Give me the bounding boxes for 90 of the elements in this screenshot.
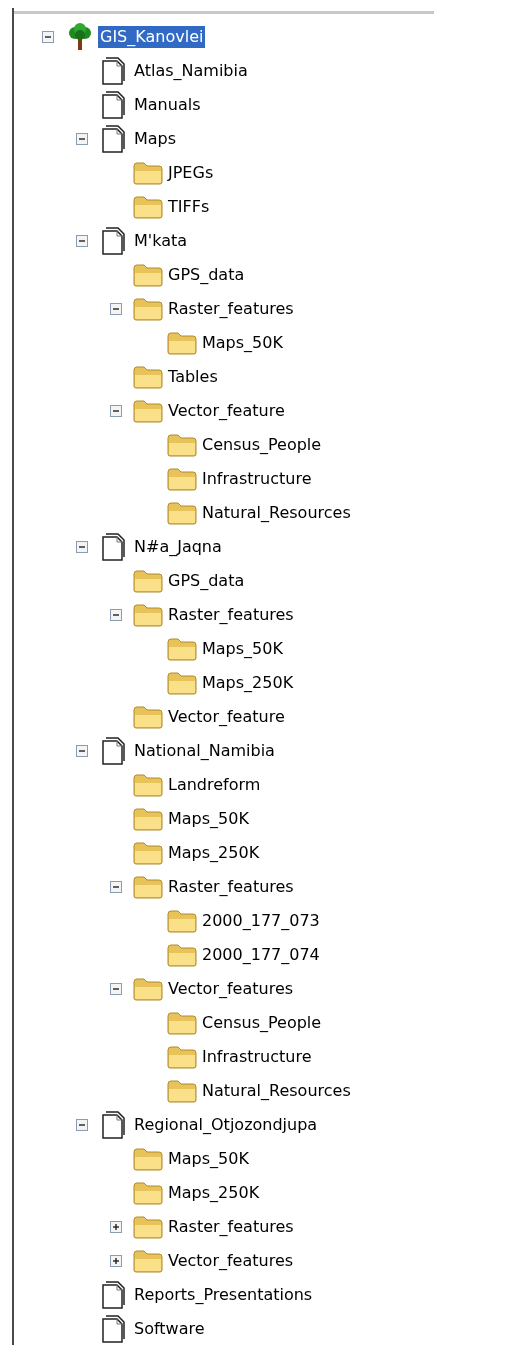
collapse-icon[interactable] [110, 609, 122, 621]
folder-icon [167, 1079, 197, 1103]
document-icon [102, 91, 126, 119]
tree-item[interactable]: GPS_data [166, 264, 247, 286]
collapse-icon[interactable] [42, 31, 54, 43]
collapse-icon[interactable] [110, 881, 122, 893]
tree-item[interactable]: Software [132, 1318, 207, 1340]
folder-icon [167, 637, 197, 661]
folder-icon [167, 909, 197, 933]
tree-item[interactable]: Reports_Presentations [132, 1284, 315, 1306]
tree-item[interactable]: Maps [132, 128, 179, 150]
tree-item[interactable]: Infrastructure [200, 1046, 314, 1068]
collapse-icon[interactable] [110, 983, 122, 995]
folder-icon [133, 1215, 163, 1239]
tree-item[interactable]: Maps_50K [166, 808, 251, 830]
collapse-icon[interactable] [76, 235, 88, 247]
tree-item[interactable]: Maps_50K [166, 1148, 251, 1170]
folder-icon [133, 569, 163, 593]
folder-icon [133, 1181, 163, 1205]
tree-item[interactable]: National_Namibia [132, 740, 277, 762]
collapse-icon[interactable] [110, 303, 122, 315]
tree-item[interactable]: M'kata [132, 230, 190, 252]
folder-icon [133, 705, 163, 729]
document-icon [102, 1111, 126, 1139]
folder-icon [133, 263, 163, 287]
folder-icon [133, 773, 163, 797]
tree-item[interactable]: TIFFs [166, 196, 212, 218]
tree-item[interactable]: JPEGs [166, 162, 216, 184]
document-icon [102, 533, 126, 561]
folder-icon [133, 807, 163, 831]
tree-item[interactable]: Atlas_Namibia [132, 60, 250, 82]
tree-item[interactable]: Raster_features [166, 298, 296, 320]
tree-item[interactable]: Manuals [132, 94, 203, 116]
document-icon [102, 1281, 126, 1309]
tree-item[interactable]: Raster_features [166, 1216, 296, 1238]
folder-icon [167, 331, 197, 355]
tree-item[interactable]: Census_People [200, 1012, 324, 1034]
folder-icon [133, 875, 163, 899]
folder-icon [167, 1011, 197, 1035]
tree-item[interactable]: N#a_Jaqna [132, 536, 224, 558]
folder-icon [167, 1045, 197, 1069]
expand-icon[interactable] [110, 1255, 122, 1267]
tree-item[interactable]: Raster_features [166, 604, 296, 626]
tree-item[interactable]: Maps_250K [166, 842, 262, 864]
folder-icon [133, 603, 163, 627]
document-icon [102, 57, 126, 85]
folder-icon [133, 161, 163, 185]
tree-item[interactable]: GPS_data [166, 570, 247, 592]
tree-item[interactable]: Vector_feature [166, 706, 287, 728]
folder-icon [167, 501, 197, 525]
folder-icon [133, 841, 163, 865]
folder-icon [133, 1249, 163, 1273]
tree-item[interactable]: Natural_Resources [200, 1080, 353, 1102]
folder-icon [133, 977, 163, 1001]
folder-icon [133, 297, 163, 321]
document-icon [102, 737, 126, 765]
tree-item[interactable]: Census_People [200, 434, 324, 456]
folder-icon [133, 195, 163, 219]
tree-item[interactable]: 2000_177_073 [200, 910, 322, 932]
tree-item[interactable]: Regional_Otjozondjupa [132, 1114, 320, 1136]
tree-item[interactable]: Maps_250K [200, 672, 296, 694]
tree-item[interactable]: Vector_features [166, 1250, 296, 1272]
collapse-icon[interactable] [110, 405, 122, 417]
tree-item[interactable]: Maps_50K [200, 638, 285, 660]
collapse-icon[interactable] [76, 133, 88, 145]
document-icon [102, 125, 126, 153]
tree-item[interactable]: Maps_50K [200, 332, 285, 354]
folder-icon [167, 433, 197, 457]
folder-icon [167, 671, 197, 695]
tree-item[interactable]: Landreform [166, 774, 263, 796]
collapse-icon[interactable] [76, 541, 88, 553]
folder-icon [167, 467, 197, 491]
collapse-icon[interactable] [76, 745, 88, 757]
folder-icon [167, 943, 197, 967]
tree-item[interactable]: Raster_features [166, 876, 296, 898]
tree-item[interactable]: Maps_250K [166, 1182, 262, 1204]
tree-item[interactable]: Infrastructure [200, 468, 314, 490]
collapse-icon[interactable] [76, 1119, 88, 1131]
tree-item[interactable]: Natural_Resources [200, 502, 353, 524]
folder-icon [133, 365, 163, 389]
document-icon [102, 227, 126, 255]
tree-icon [67, 23, 93, 51]
folder-icon [133, 1147, 163, 1171]
folder-icon [133, 399, 163, 423]
tree-item[interactable]: Vector_feature [166, 400, 287, 422]
tree-item[interactable]: 2000_177_074 [200, 944, 322, 966]
tree-item[interactable]: Tables [166, 366, 220, 388]
expand-icon[interactable] [110, 1221, 122, 1233]
tree-item[interactable]: GIS_Kanovlei [98, 26, 206, 48]
tree-item[interactable]: Vector_features [166, 978, 296, 1000]
